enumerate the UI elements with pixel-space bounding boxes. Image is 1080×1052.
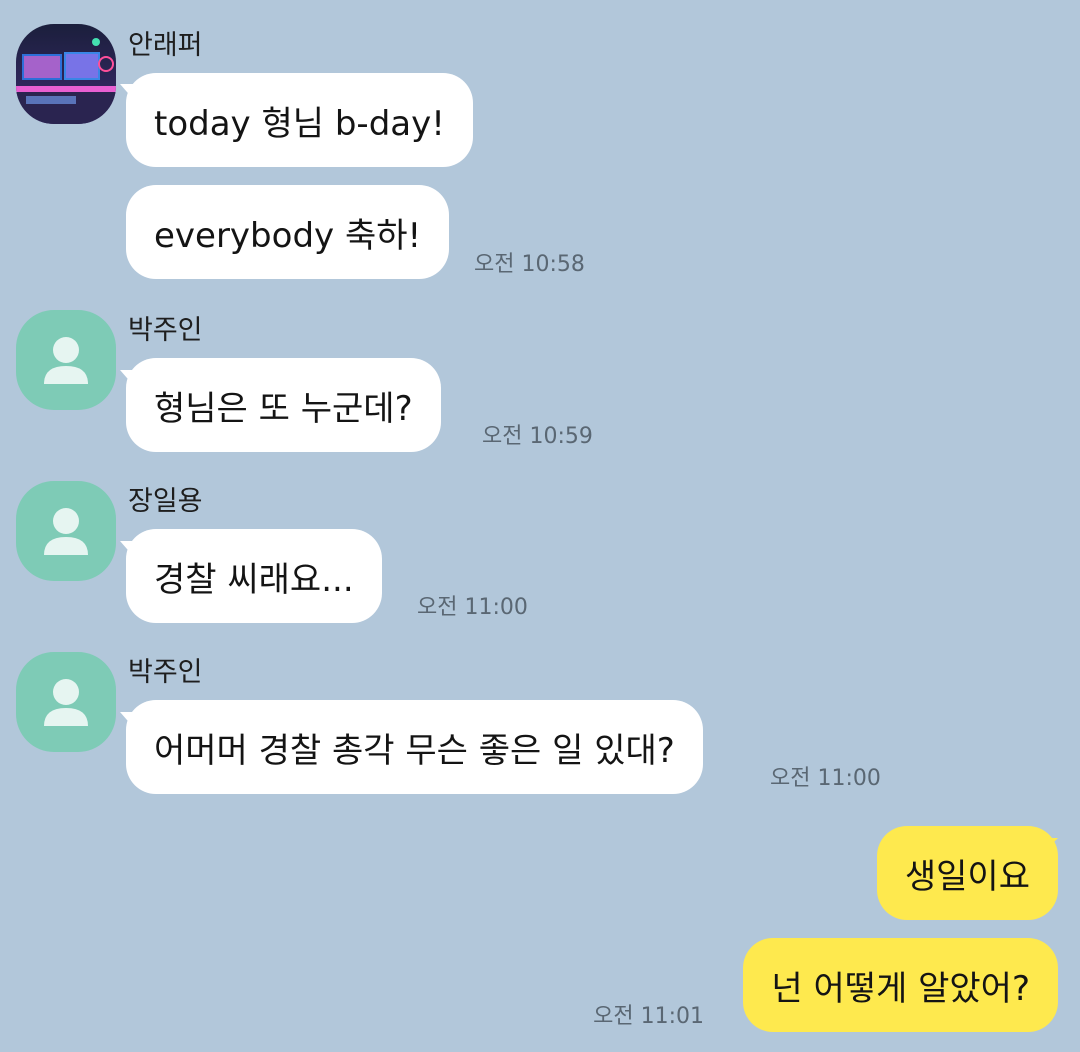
sender-name: 안래퍼 [128,30,203,61]
message-bubble[interactable]: 생일이요 [876,826,1058,920]
message-bubble[interactable]: everybody 축하! [126,185,450,279]
sender-name: 박주인 [128,657,203,688]
avatar-default[interactable] [16,652,116,752]
person-icon [44,337,88,384]
message-timestamp: 오전 11:01 [593,1004,704,1029]
person-icon [44,679,88,726]
message-bubble[interactable]: 어머머 경찰 총각 무슨 좋은 일 있대? [126,700,703,794]
avatar-photo[interactable] [16,24,116,124]
sender-name: 박주인 [128,315,203,346]
person-icon [44,508,88,555]
message-timestamp: 오전 11:00 [417,595,528,620]
avatar-default[interactable] [16,310,116,410]
message-timestamp: 오전 10:59 [482,424,593,449]
message-bubble[interactable]: 넌 어떻게 알았어? [743,938,1058,1032]
avatar-default[interactable] [16,481,116,581]
message-bubble[interactable]: 경찰 씨래요... [126,529,382,623]
avatar-image [16,24,116,124]
message-bubble[interactable]: 형님은 또 누군데? [126,358,441,452]
message-bubble[interactable]: today 형님 b-day! [126,73,473,167]
sender-name: 장일용 [128,486,203,517]
message-timestamp: 오전 10:58 [474,252,585,277]
message-timestamp: 오전 11:00 [770,766,881,791]
